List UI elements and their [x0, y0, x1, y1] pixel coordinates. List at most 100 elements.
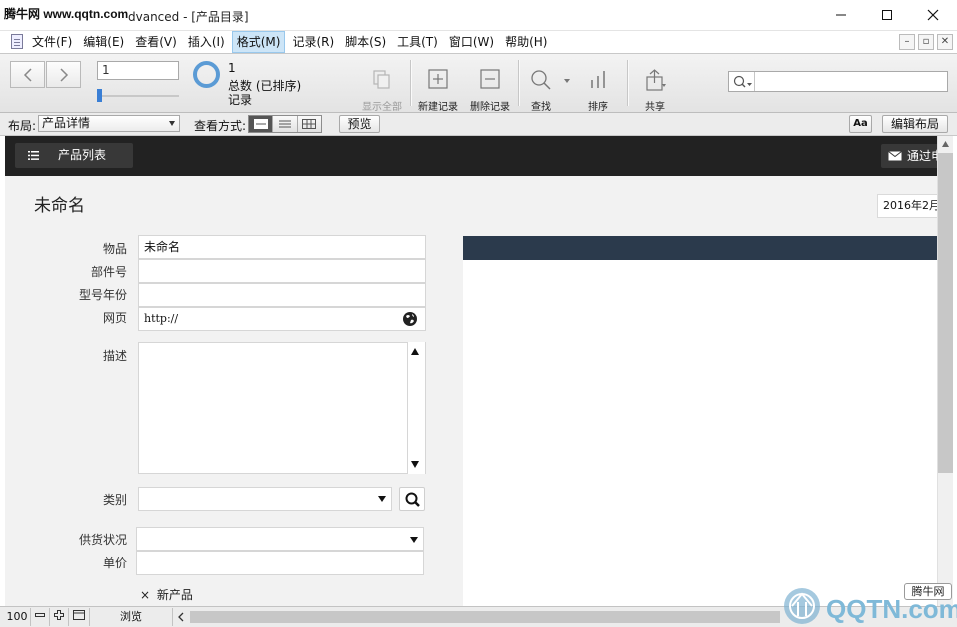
minimize-button[interactable]	[818, 0, 864, 30]
category-search-button[interactable]	[399, 487, 425, 511]
document-icon	[11, 34, 23, 49]
delete-record-button[interactable]: 删除记录	[461, 68, 519, 113]
globe-icon[interactable]	[402, 311, 418, 327]
view-mode-group	[248, 115, 322, 133]
category-dropdown-icon[interactable]	[378, 496, 386, 502]
menu-item[interactable]: 格式(M)	[231, 31, 286, 53]
supply-status-dropdown-icon[interactable]	[410, 537, 418, 543]
view-list-button[interactable]	[273, 116, 298, 132]
checkbox-check-mark: ×	[140, 588, 151, 602]
description-label: 描述	[102, 349, 127, 363]
minimize-icon	[836, 14, 846, 16]
quick-find-menu[interactable]	[729, 72, 755, 91]
scroll-down-arrow-icon[interactable]	[411, 461, 419, 468]
new-record-button[interactable]: 新建记录	[409, 68, 467, 113]
share-button[interactable]: 共享	[626, 68, 684, 113]
watermark-site-text: 腾牛网 www.qqtn.com	[4, 7, 129, 21]
zoom-out-icon	[35, 613, 45, 617]
quick-find-field[interactable]	[728, 71, 948, 92]
product-list-button[interactable]: 产品列表	[15, 143, 133, 168]
horizontal-scroll-thumb[interactable]	[190, 611, 780, 623]
window-icon	[73, 610, 85, 620]
menu-item[interactable]: 窗口(W)	[445, 31, 498, 53]
toggle-toolbar-button[interactable]	[69, 608, 90, 626]
part-number-field[interactable]	[138, 259, 426, 283]
mode-indicator[interactable]: 浏览	[90, 608, 173, 626]
close-button[interactable]	[910, 0, 956, 30]
find-button[interactable]: 查找	[512, 68, 570, 113]
record-slider-thumb[interactable]	[97, 89, 102, 102]
new-product-checkbox[interactable]: × 新产品	[140, 586, 193, 603]
delete-record-label: 删除记录	[470, 102, 510, 113]
record-slider-track[interactable]	[97, 95, 179, 97]
show-all-button[interactable]: 显示全部	[353, 68, 411, 113]
sort-label: 排序	[588, 102, 608, 113]
model-year-field[interactable]	[138, 283, 426, 307]
chevron-right-icon	[59, 67, 68, 82]
menu-bar: 文件(F) 编辑(E) 查看(V) 插入(I) 格式(M) 记录(R) 脚本(S) 工具(T)…	[0, 31, 957, 53]
layout-bar: 布局: 产品详情 查看方式: 预览 Aa 编辑布局	[0, 113, 957, 136]
model-year-label: 型号年份	[78, 288, 127, 302]
next-record-button[interactable]	[46, 61, 81, 88]
sort-button[interactable]: 排序	[569, 68, 627, 113]
view-as-label: 查看方式:	[194, 119, 247, 133]
previous-record-button[interactable]	[10, 61, 45, 88]
supply-status-field[interactable]	[136, 527, 424, 551]
item-field[interactable]: 未命名	[138, 235, 426, 259]
product-list-label: 产品列表	[58, 148, 107, 162]
new-record-label: 新建记录	[418, 102, 458, 113]
menu-item[interactable]: 查看(V)	[131, 31, 181, 53]
supply-status-label: 供货状况	[78, 533, 127, 547]
menu-item[interactable]: 脚本(S)	[341, 31, 390, 53]
scroll-up-arrow-icon[interactable]	[941, 140, 950, 148]
app-window: 腾牛网 www.qqtn.com dvanced - [产品目录] 文件(F) 编…	[0, 0, 957, 627]
menu-item[interactable]: 工具(T)	[393, 31, 442, 53]
find-icon	[531, 70, 551, 90]
zoom-level[interactable]: 100	[4, 608, 31, 626]
menu-item[interactable]: 编辑(E)	[79, 31, 128, 53]
format-bar-button[interactable]: Aa	[849, 115, 872, 133]
qqtn-watermark-logo: QQTN.com 腾牛网	[776, 580, 957, 627]
preview-button[interactable]: 预览	[339, 115, 380, 133]
description-scrollbar[interactable]	[407, 342, 425, 474]
zoom-out-button[interactable]	[31, 608, 50, 626]
new-record-icon	[428, 69, 448, 89]
record-title: 未命名	[34, 196, 85, 216]
menu-item[interactable]: 插入(I)	[184, 31, 229, 53]
menu-item[interactable]: 帮助(H)	[501, 31, 551, 53]
show-all-label: 显示全部	[362, 102, 402, 113]
layout-select[interactable]: 产品详情	[38, 115, 180, 132]
close-icon	[927, 9, 939, 21]
scroll-left-arrow-icon[interactable]	[177, 612, 185, 622]
maximize-button[interactable]	[864, 0, 910, 30]
mdi-minimize-button[interactable]: –	[899, 34, 915, 50]
watermark-badge: 腾牛网	[904, 583, 952, 600]
zoom-in-button[interactable]	[50, 608, 69, 626]
vertical-scrollbar[interactable]	[937, 136, 953, 606]
mdi-close-button[interactable]: ✕	[937, 34, 953, 50]
send-mail-label: 通过电	[907, 149, 937, 163]
scroll-up-arrow-icon[interactable]	[411, 348, 419, 355]
window-title: dvanced - [产品目录]	[128, 10, 249, 24]
view-table-button[interactable]	[297, 116, 321, 132]
delete-record-icon	[480, 69, 500, 89]
mdi-restore-button[interactable]: ▫	[918, 34, 934, 50]
layout-select-value: 产品详情	[42, 116, 91, 130]
description-field[interactable]	[138, 342, 426, 474]
vertical-scroll-thumb[interactable]	[938, 153, 953, 473]
record-number-input[interactable]: 1	[97, 61, 179, 80]
edit-layout-button[interactable]: 编辑布局	[882, 115, 948, 133]
item-label: 物品	[102, 242, 127, 256]
image-container-panel[interactable]	[463, 236, 937, 606]
unit-price-field[interactable]	[136, 551, 424, 575]
send-mail-button[interactable]: 通过电	[881, 144, 937, 168]
search-icon	[733, 75, 752, 88]
menu-item[interactable]: 记录(R)	[288, 31, 338, 53]
webpage-field[interactable]: http://	[138, 307, 426, 331]
list-view-icon	[278, 120, 291, 128]
chevron-left-icon	[23, 67, 32, 82]
record-date[interactable]: 2016年2月	[877, 194, 937, 218]
menu-item[interactable]: 文件(F)	[28, 31, 76, 53]
category-field[interactable]	[138, 487, 392, 511]
view-form-button[interactable]	[249, 116, 274, 132]
